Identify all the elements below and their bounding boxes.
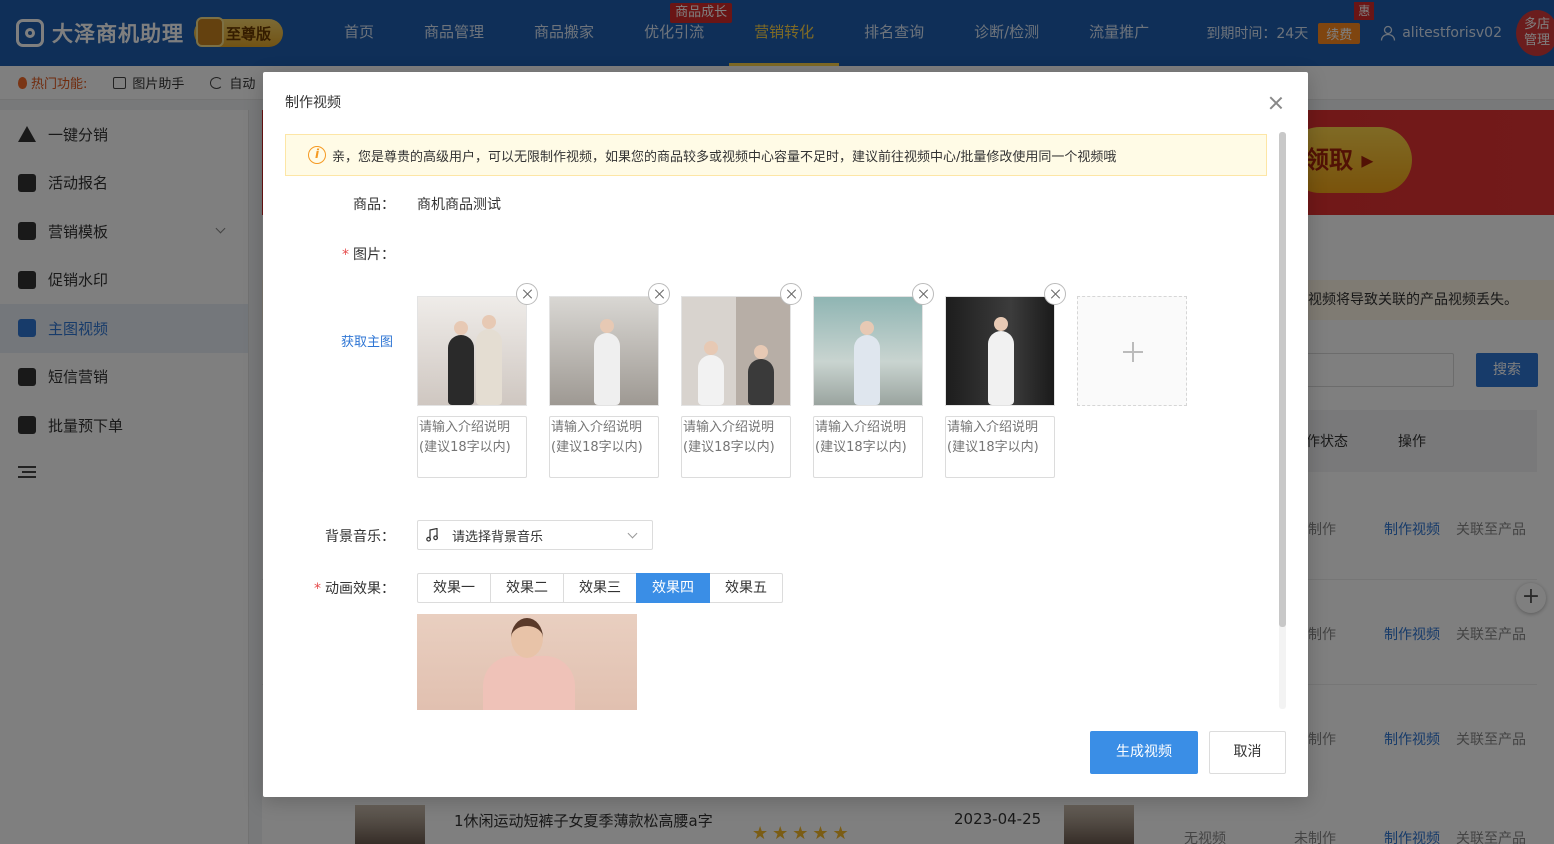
dialog-body: i 亲，您是尊贵的高级用户，可以无限制作视频，如果您的商品较多或视频中心容量不足…	[263, 130, 1275, 710]
remove-image-icon[interactable]	[516, 283, 538, 305]
effect-selector: 效果一 效果二 效果三 效果四 效果五	[417, 573, 783, 603]
chevron-down-icon	[627, 528, 638, 539]
image-description-input[interactable]	[945, 416, 1055, 478]
effect-label: * 动画效果：	[263, 578, 395, 598]
music-select[interactable]: 请选择背景音乐	[417, 520, 653, 550]
product-photo-2[interactable]	[549, 296, 659, 406]
image-description-input[interactable]	[681, 416, 791, 478]
effect-button-1[interactable]: 效果一	[417, 573, 491, 603]
remove-image-icon[interactable]	[912, 283, 934, 305]
notice-banner: i 亲，您是尊贵的高级用户，可以无限制作视频，如果您的商品较多或视频中心容量不足…	[285, 134, 1267, 176]
required-mark: *	[342, 247, 349, 263]
images-label-text: 图片：	[353, 247, 395, 263]
music-placeholder: 请选择背景音乐	[452, 529, 544, 545]
effect-button-3[interactable]: 效果三	[563, 573, 637, 603]
required-mark: *	[314, 581, 321, 597]
dialog-title: 制作视频	[285, 95, 341, 111]
effect-button-4[interactable]: 效果四	[636, 573, 710, 603]
remove-image-icon[interactable]	[1044, 283, 1066, 305]
close-icon[interactable]	[1269, 96, 1283, 110]
product-photo-5[interactable]	[945, 296, 1055, 406]
product-photo-1[interactable]	[417, 296, 527, 406]
image-description-input[interactable]	[813, 416, 923, 478]
product-photo-4[interactable]	[813, 296, 923, 406]
product-label: 商品：	[353, 197, 395, 213]
add-image-button[interactable]	[1077, 296, 1187, 406]
image-description-input[interactable]	[549, 416, 659, 478]
scrollbar-thumb[interactable]	[1279, 132, 1286, 627]
effect-button-5[interactable]: 效果五	[709, 573, 783, 603]
product-photo-3[interactable]	[681, 296, 791, 406]
effect-preview-image	[417, 614, 637, 710]
make-video-dialog: 制作视频 i 亲，您是尊贵的高级用户，可以无限制作视频，如果您的商品较多或视频中…	[263, 72, 1308, 797]
remove-image-icon[interactable]	[780, 283, 802, 305]
effect-label-text: 动画效果：	[325, 581, 395, 597]
images-label: * 图片：	[263, 244, 395, 264]
generate-video-button[interactable]: 生成视频	[1090, 731, 1198, 774]
info-icon: i	[308, 146, 326, 164]
cancel-button[interactable]: 取消	[1209, 731, 1286, 774]
effect-button-2[interactable]: 效果二	[490, 573, 564, 603]
remove-image-icon[interactable]	[648, 283, 670, 305]
image-description-input[interactable]	[417, 416, 527, 478]
music-label: 背景音乐：	[325, 529, 395, 545]
music-note-icon	[426, 528, 438, 542]
fetch-main-image-link[interactable]: 获取主图	[341, 331, 393, 350]
notice-text: 亲，您是尊贵的高级用户，可以无限制作视频，如果您的商品较多或视频中心容量不足时，…	[332, 149, 1117, 165]
product-value: 商机商品测试	[417, 197, 501, 213]
